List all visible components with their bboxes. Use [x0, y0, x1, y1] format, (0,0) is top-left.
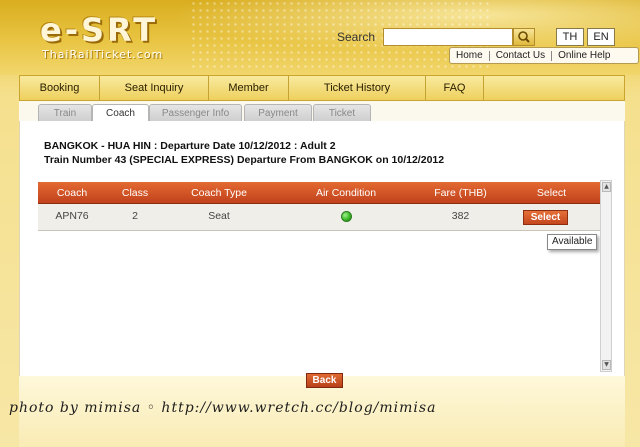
step-coach[interactable]: Coach: [92, 104, 149, 121]
col-fare: Fare (THB): [434, 187, 487, 199]
nav-seat-inquiry[interactable]: Seat Inquiry: [100, 76, 209, 100]
col-select: Select: [536, 187, 567, 199]
step-ticket[interactable]: Ticket: [313, 104, 371, 121]
lang-th-button[interactable]: TH: [556, 28, 584, 46]
scroll-up-icon[interactable]: ▲: [602, 182, 611, 192]
home-link[interactable]: Home: [450, 50, 490, 61]
table-scrollbar[interactable]: ▲ ▼: [600, 180, 612, 372]
search-input[interactable]: [383, 28, 513, 46]
step-payment[interactable]: Payment: [244, 104, 312, 121]
search-icon: [518, 31, 530, 43]
search-button[interactable]: [513, 28, 535, 46]
contact-us-link[interactable]: Contact Us: [490, 50, 553, 61]
cell-fare: 382: [451, 210, 470, 222]
site-logo[interactable]: e-SRT ThaiRailTicket.com: [40, 14, 163, 61]
col-class: Class: [121, 187, 149, 199]
train-summary: Train Number 43 (SPECIAL EXPRESS) Depart…: [44, 154, 445, 166]
col-coach-type: Coach Type: [191, 187, 247, 199]
logo-main-text: e-SRT: [40, 11, 159, 49]
nav-ticket-history[interactable]: Ticket History: [289, 76, 426, 100]
select-button[interactable]: Select: [523, 210, 568, 225]
cell-coach: APN76: [55, 210, 89, 222]
green-dot-icon: [340, 210, 352, 222]
cell-class: 2: [132, 210, 138, 222]
col-air-condition: Air Condition: [315, 187, 377, 199]
step-passenger-info[interactable]: Passenger Info: [149, 104, 242, 121]
nav-booking[interactable]: Booking: [20, 76, 100, 100]
scroll-down-icon[interactable]: ▼: [602, 360, 611, 370]
lang-en-button[interactable]: EN: [587, 28, 615, 46]
search-label: Search: [337, 30, 376, 44]
availability-tooltip: Available: [547, 234, 598, 250]
col-coach: Coach: [56, 187, 88, 199]
back-button[interactable]: Back: [306, 373, 343, 388]
online-help-link[interactable]: Online Help: [552, 50, 616, 61]
main-nav: Booking Seat Inquiry Member Ticket Histo…: [19, 75, 625, 101]
nav-member[interactable]: Member: [209, 76, 289, 100]
photo-watermark: photo by mimisa ◦ http://www.wretch.cc/b…: [9, 400, 437, 416]
logo-sub-text: ThaiRailTicket.com: [42, 48, 164, 61]
cell-coach-type: Seat: [208, 210, 230, 222]
step-train[interactable]: Train: [38, 104, 92, 121]
table-row: APN76 2 Seat 382: [38, 204, 600, 231]
cell-air-condition: [274, 204, 418, 230]
journey-summary: BANGKOK - HUA HIN : Departure Date 10/12…: [44, 140, 336, 152]
top-links: Home Contact Us Online Help: [449, 47, 639, 64]
table-header: Coach Class Coach Type Air Condition Far…: [38, 182, 600, 204]
nav-faq[interactable]: FAQ: [426, 76, 484, 100]
